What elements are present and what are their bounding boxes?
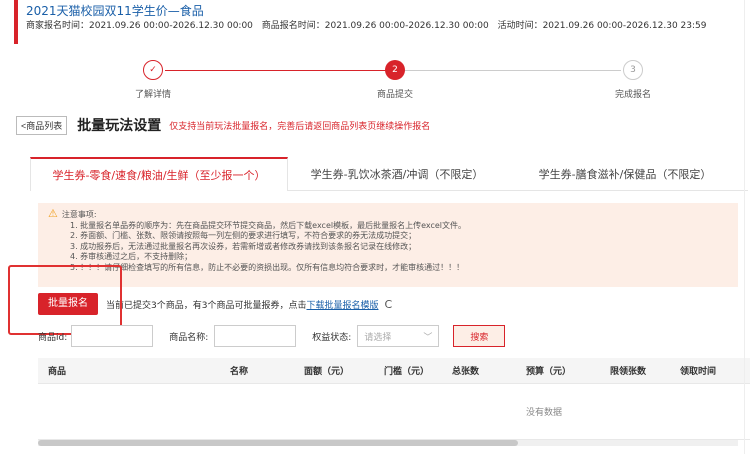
step-number: 2: [385, 60, 405, 80]
horizontal-scrollbar[interactable]: [38, 440, 738, 446]
warning-icon: ⚠: [48, 207, 58, 220]
product-name-label: 商品名称:: [169, 332, 209, 343]
column-header: 总张数: [452, 367, 480, 377]
status-label: 权益状态:: [312, 332, 352, 343]
scrollbar-thumb[interactable]: [38, 440, 518, 446]
status-placeholder: 请选择: [364, 332, 392, 343]
column-header: 门槛（元）: [384, 367, 430, 377]
empty-state: 没有数据: [525, 408, 562, 418]
vertical-scrollbar[interactable]: [744, 0, 750, 454]
notice-item: 5. ！！！请仔细检查填写的所有信息，防止不必要的资损出现。仅所有信息均符合要求…: [70, 262, 465, 272]
merchant-signup-time: 商家报名时间：2021.09.26 00:00-2026.12.30 00:00: [26, 21, 253, 31]
step-label: 商品提交: [376, 90, 413, 100]
step-complete: 3 完成报名: [588, 56, 678, 100]
step-number: 3: [623, 60, 643, 80]
table-body: 没有数据: [38, 384, 750, 440]
download-template-link[interactable]: 下载批量报名模版: [306, 301, 378, 311]
coupon-table: 商品 名称 面额（元） 门槛（元） 总张数 预算（元） 限领张数 领取时间 没有…: [38, 358, 750, 446]
activity-time: 活动时间：2021.09.26 00:00-2026.12.30 23:59: [497, 21, 707, 31]
page-note: 仅支持当前玩法批量报名，完善后请返回商品列表页继续操作报名: [169, 121, 431, 132]
column-header: 面额（元）: [304, 367, 350, 377]
filter-bar: 商品id: 商品名称: 权益状态: 请选择 ﹀ 搜索: [38, 324, 506, 348]
column-header: 预算（元）: [526, 367, 572, 377]
submit-status-text: 当前已提交3个商品，有3个商品可批量报券，点击: [106, 300, 307, 311]
column-header: 商品: [48, 367, 67, 377]
notice-heading: 注意事项:: [61, 210, 97, 219]
column-header: 限领张数: [610, 367, 647, 377]
check-icon: ✓: [143, 60, 163, 80]
search-button[interactable]: 搜索: [453, 325, 506, 347]
tab-supplements[interactable]: 学生券-膳食滋补/保健品（不限定）: [506, 157, 744, 191]
notice-item: 3. 成功报券后，无法通过批量报名再次设券，若需新增或者修改券请找到该条报名记录…: [70, 241, 417, 251]
notice-box: ⚠ 注意事项: 1. 批量报名单品券的顺序为：先在商品提交环节提交商品，然后下载e…: [38, 203, 738, 287]
page-title: 批量玩法设置: [77, 118, 162, 134]
activity-header: 2021天猫校园双11学生价—食品 商家报名时间：2021.09.26 00:0…: [14, 0, 744, 44]
tab-snacks[interactable]: 学生券-零食/速食/粮油/生鲜（至少报一个）: [30, 157, 288, 191]
table-header: 商品 名称 面额（元） 门槛（元） 总张数 预算（元） 限领张数 领取时间: [38, 358, 750, 384]
step-details: ✓ 了解详情: [108, 56, 198, 100]
product-id-label: 商品id:: [38, 332, 68, 343]
step-label: 完成报名: [614, 90, 651, 100]
notice-item: 4. 券审核通过之后，不支持删除；: [70, 252, 193, 261]
chevron-down-icon: ﹀: [423, 332, 433, 343]
product-name-input[interactable]: [214, 325, 297, 347]
coupon-tabs: 学生券-零食/速食/粮油/生鲜（至少报一个） 学生券-乳饮冰茶酒/冲调（不限定）…: [30, 157, 748, 191]
step-label: 了解详情: [134, 90, 171, 100]
notice-item: 1. 批量报名单品券的顺序为：先在商品提交环节提交商品，然后下载excel模板，…: [70, 220, 467, 230]
product-id-input[interactable]: [71, 325, 154, 347]
status-select[interactable]: 请选择 ﹀: [357, 325, 440, 347]
progress-steps: ✓ 了解详情 2 商品提交 3 完成报名: [108, 56, 668, 100]
column-header: 领取时间: [680, 367, 717, 377]
column-header: 名称: [230, 367, 249, 377]
activity-times: 商家报名时间：2021.09.26 00:00-2026.12.30 00:00…: [26, 19, 744, 33]
refresh-icon[interactable]: C: [384, 298, 392, 311]
tab-drinks[interactable]: 学生券-乳饮冰茶酒/冲调（不限定）: [288, 157, 506, 191]
submit-status: 当前已提交3个商品，有3个商品可批量报券，点击下载批量报名模版: [106, 298, 378, 311]
step-submit: 2 商品提交: [350, 56, 440, 100]
notice-item: 2. 券面额、门槛、张数、限领请按照每一列左侧的要求进行填写，不符合要求的券无法…: [70, 231, 417, 240]
product-signup-time: 商品报名时间：2021.09.26 00:00-2026.12.30 00:00: [261, 21, 489, 31]
back-to-list-button[interactable]: <商品列表: [16, 115, 68, 135]
page-toolbar: <商品列表 批量玩法设置 仅支持当前玩法批量报名，完善后请返回商品列表页继续操作…: [16, 114, 430, 136]
activity-title: 2021天猫校园双11学生价—食品: [26, 4, 204, 18]
